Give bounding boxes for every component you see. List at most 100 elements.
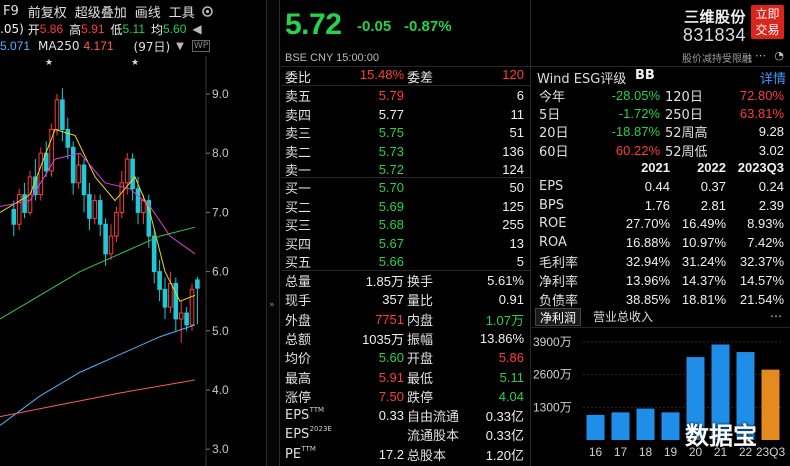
stat-value: 0.91 bbox=[498, 292, 524, 308]
bar[interactable] bbox=[611, 412, 630, 440]
fin-value: 32.94% bbox=[625, 254, 670, 269]
candle-body[interactable] bbox=[162, 288, 168, 308]
fin-value: 31.24% bbox=[681, 254, 726, 269]
return-label: 250日 bbox=[665, 108, 703, 124]
fin-value: 8.93% bbox=[747, 216, 784, 232]
draw-button[interactable]: 画线 bbox=[135, 2, 161, 21]
tab-revenue[interactable]: 营业总收入 bbox=[593, 308, 653, 326]
moving-average-line bbox=[0, 379, 196, 418]
fin-value: 16.88% bbox=[625, 235, 670, 251]
ma-left-value: 5.071 bbox=[0, 39, 31, 53]
trade-now-button[interactable]: 立即 交易 bbox=[751, 5, 784, 39]
candle-body[interactable] bbox=[76, 164, 81, 184]
order-level[interactable]: 买二 5.69 125 bbox=[281, 197, 530, 216]
bar[interactable] bbox=[636, 408, 655, 440]
tab-net-profit[interactable]: 净利润 bbox=[535, 308, 582, 326]
order-level[interactable]: 卖五 5.79 6 bbox=[281, 86, 530, 105]
bar[interactable] bbox=[661, 412, 680, 440]
fin-row: BPS 1.76 2.81 2.39 bbox=[531, 196, 790, 215]
fin-value: 0.37 bbox=[700, 178, 726, 194]
candle-body[interactable] bbox=[108, 235, 114, 255]
candle-body[interactable] bbox=[81, 164, 87, 196]
stat-value: 4.04 bbox=[498, 388, 524, 404]
collapse-handle-icon[interactable]: » bbox=[269, 300, 275, 310]
candle-body[interactable] bbox=[97, 200, 103, 225]
esg-rating: BB bbox=[635, 68, 655, 83]
candle-body[interactable] bbox=[195, 279, 200, 289]
bar[interactable] bbox=[761, 369, 780, 440]
fin-label: ROE bbox=[539, 216, 567, 232]
level-label: 买四 bbox=[285, 237, 312, 253]
order-level[interactable]: 卖二 5.73 136 bbox=[281, 142, 530, 161]
fin-value: 14.57% bbox=[739, 272, 784, 288]
stats-row: EPS TTM 0.33 自由流通 0.33亿 bbox=[281, 406, 530, 425]
candle-body[interactable] bbox=[70, 146, 76, 184]
period-dropdown-icon[interactable]: ▼ bbox=[176, 41, 184, 52]
candle-body[interactable] bbox=[54, 99, 60, 131]
candle-body[interactable] bbox=[135, 188, 141, 213]
stat-label: 跌停 bbox=[407, 390, 434, 406]
stat-label: EPS bbox=[285, 427, 310, 443]
order-level[interactable]: 卖四 5.77 11 bbox=[281, 105, 530, 124]
candle-body[interactable] bbox=[87, 194, 92, 219]
candle-body[interactable] bbox=[11, 208, 17, 225]
fin-value: 2.81 bbox=[700, 197, 726, 213]
candle-body[interactable] bbox=[173, 282, 179, 320]
order-level[interactable]: 买五 5.66 5 bbox=[281, 252, 530, 271]
tab-more-icon[interactable]: ⋯ bbox=[770, 309, 782, 323]
level-price: 5.75 bbox=[378, 125, 404, 140]
candle-body[interactable] bbox=[184, 312, 189, 326]
candle-body[interactable] bbox=[178, 312, 184, 320]
candle-body[interactable] bbox=[130, 158, 135, 190]
return-value: 9.28 bbox=[758, 124, 784, 140]
candle-body[interactable] bbox=[60, 99, 65, 131]
candle-body[interactable] bbox=[157, 271, 162, 290]
candle-body[interactable] bbox=[189, 288, 195, 326]
gear-icon[interactable] bbox=[201, 5, 214, 18]
bar[interactable] bbox=[586, 414, 605, 440]
candle-body[interactable] bbox=[168, 282, 173, 308]
fin-value: 2.39 bbox=[758, 197, 784, 213]
period-label[interactable]: (97日) bbox=[134, 38, 171, 55]
event-marker[interactable]: ★ bbox=[131, 58, 139, 68]
stat-label: 流通股本 bbox=[407, 429, 460, 445]
f9-button[interactable]: F9 bbox=[3, 4, 19, 19]
fin-value: 38.85% bbox=[625, 291, 670, 307]
candle-body[interactable] bbox=[114, 211, 119, 237]
adjust-button[interactable]: 前复权 bbox=[28, 2, 67, 21]
candle-body[interactable] bbox=[151, 235, 157, 273]
candle-body[interactable] bbox=[124, 158, 130, 184]
more-icon[interactable]: ⋯ bbox=[755, 49, 766, 62]
side-icon[interactable]: WP bbox=[191, 40, 211, 52]
bid-levels: 买一 5.70 50 买二 5.69 125 买三 5.68 255 买四 5.67 13 买五 5.66… bbox=[281, 178, 530, 273]
ask-levels: 卖五 5.79 6 卖四 5.77 11 卖三 5.75 51 卖二 5.73 136 卖一 5.72 12… bbox=[281, 86, 530, 181]
candle-body[interactable] bbox=[65, 129, 71, 148]
candle-body[interactable] bbox=[38, 152, 44, 196]
esg-row: Wind ESG评级 BB 详情 bbox=[531, 67, 790, 87]
overlay-button[interactable]: 超级叠加 bbox=[75, 2, 127, 21]
candle-body[interactable] bbox=[103, 223, 108, 255]
price-change: -0.05 bbox=[357, 18, 392, 35]
avg-value: 5.60 bbox=[163, 22, 187, 36]
stat-value: 357 bbox=[382, 292, 404, 308]
order-level[interactable]: 买一 5.70 50 bbox=[281, 178, 530, 197]
order-level[interactable]: 卖三 5.75 51 bbox=[281, 123, 530, 142]
order-level[interactable]: 买三 5.68 255 bbox=[281, 215, 530, 234]
return-label: 52周低 bbox=[665, 144, 708, 160]
info-arrow-icon[interactable]: ◀ bbox=[192, 22, 201, 36]
tools-button[interactable]: 工具 bbox=[169, 2, 195, 21]
fin-value: 10.97% bbox=[681, 235, 726, 251]
weibi-row: 委比 15.48% 委差 120 bbox=[281, 66, 530, 86]
chart-tabs: 净利润 营业总收入 ⋯ bbox=[531, 307, 790, 327]
stats-row: 涨停 7.50 跌停 4.04 bbox=[281, 387, 530, 406]
order-level[interactable]: 买四 5.67 13 bbox=[281, 234, 530, 253]
event-marker[interactable]: ★ bbox=[45, 58, 53, 68]
candle-body[interactable] bbox=[16, 194, 22, 225]
settings-icon[interactable]: ◔ bbox=[774, 49, 784, 62]
open-label: 开 bbox=[27, 22, 40, 37]
ma-prefix: .05) bbox=[0, 22, 24, 36]
panel-divider[interactable]: » bbox=[266, 0, 280, 466]
candle-body[interactable] bbox=[92, 200, 98, 219]
fin-value: 27.70% bbox=[625, 216, 670, 232]
stat-value: 1.07万 bbox=[485, 312, 524, 328]
